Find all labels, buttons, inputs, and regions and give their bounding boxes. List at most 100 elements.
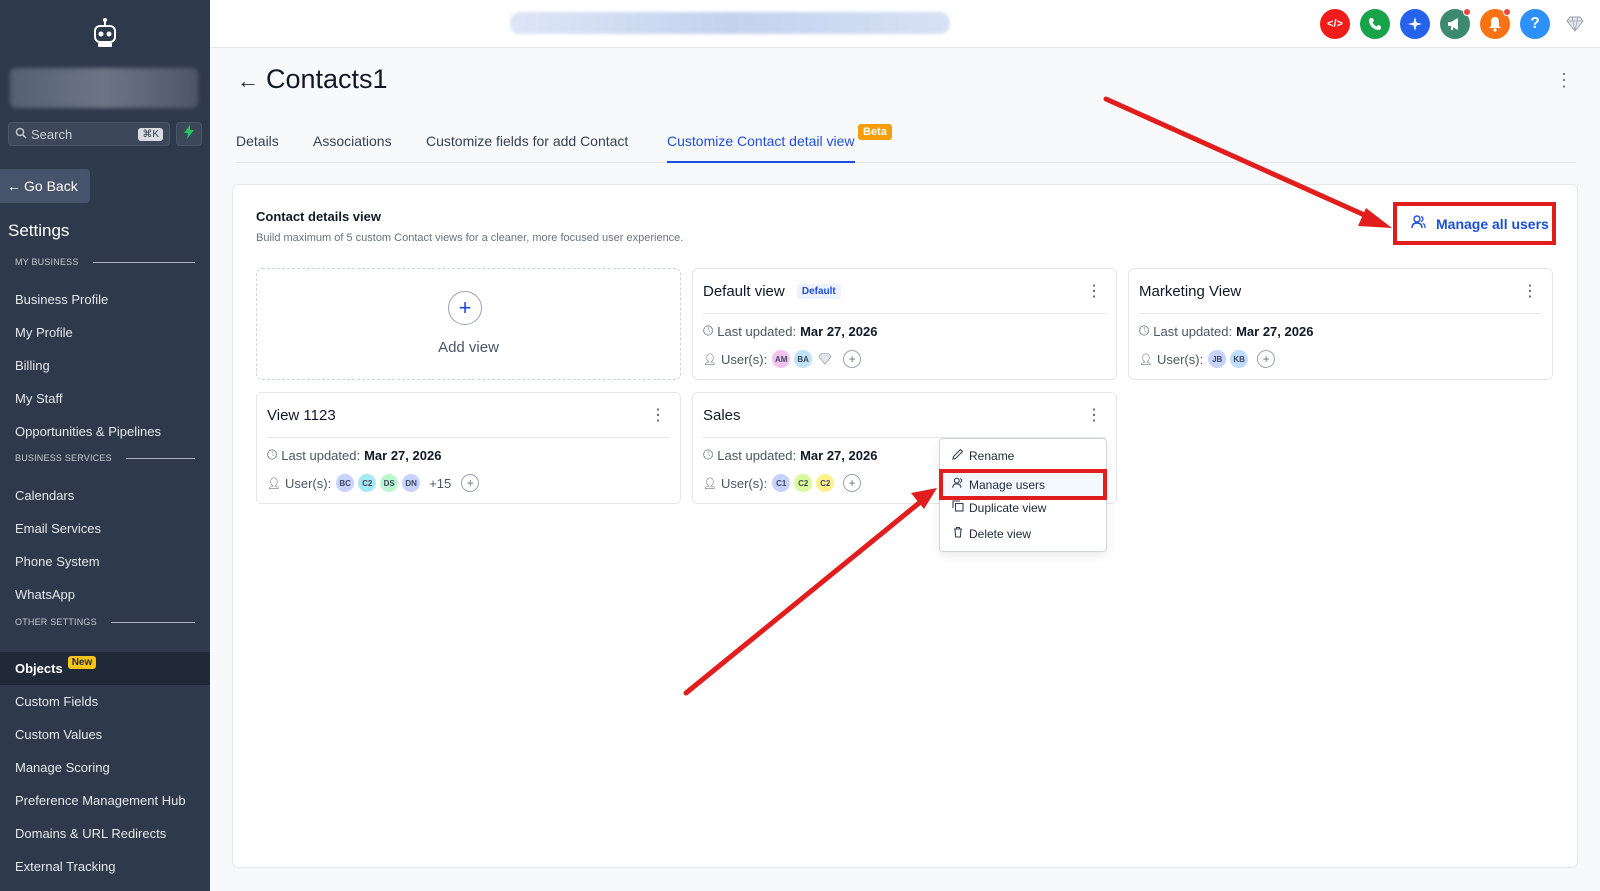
sidebar-item-calendars[interactable]: Calendars — [0, 479, 210, 512]
add-user-button[interactable]: + — [843, 350, 862, 368]
search-placeholder: Search — [31, 126, 73, 142]
view-card-default: Default view Default ⋮ 🕓︎ Last updated: … — [692, 268, 1117, 380]
help-icon[interactable]: ? — [1520, 9, 1550, 39]
users-row: 👤︎ User(s): C1 C2 C2 + — [703, 473, 862, 493]
sidebar-item-custom-fields[interactable]: Custom Fields — [0, 685, 210, 718]
plus-icon: + — [448, 291, 482, 325]
account-switcher[interactable] — [10, 68, 198, 108]
sidebar-item-email-services[interactable]: Email Services — [0, 512, 210, 545]
menu-item-rename[interactable]: Rename — [952, 448, 1014, 463]
add-user-button[interactable]: + — [461, 474, 480, 492]
notification-dot — [1503, 8, 1511, 16]
panel-subtitle: Build maximum of 5 custom Contact views … — [256, 232, 684, 244]
section-business-services: BUSINESS SERVICES — [15, 453, 195, 463]
sidebar-item-domains[interactable]: Domains & URL Redirects — [0, 817, 210, 850]
diamond-avatar-icon — [815, 349, 836, 369]
divider — [703, 313, 1106, 314]
sidebar-item-external-tracking[interactable]: External Tracking — [0, 850, 210, 883]
add-user-button[interactable]: + — [1257, 350, 1276, 368]
arrow-left-icon: ← — [7, 178, 21, 194]
quick-action-button[interactable] — [176, 122, 202, 146]
sidebar-item-preference-hub[interactable]: Preference Management Hub — [0, 784, 210, 817]
tab-customize-fields[interactable]: Customize fields for add Contact — [426, 133, 628, 163]
sidebar-item-my-staff[interactable]: My Staff — [0, 382, 210, 415]
add-user-button[interactable]: + — [843, 474, 862, 492]
megaphone-icon[interactable] — [1440, 8, 1471, 39]
sidebar-item-whatsapp[interactable]: WhatsApp — [0, 578, 210, 611]
users-icon — [952, 477, 964, 492]
sidebar-item-custom-values[interactable]: Custom Values — [0, 718, 210, 751]
sidebar-item-business-profile[interactable]: Business Profile — [0, 283, 210, 316]
tab-details[interactable]: Details — [236, 133, 279, 163]
sidebar-item-billing[interactable]: Billing — [0, 349, 210, 382]
settings-title: Settings — [8, 221, 70, 240]
section-other-settings: OTHER SETTINGS — [15, 617, 195, 627]
last-updated-date: Mar 27, 2026 — [800, 447, 878, 463]
last-updated-row: 🕓︎ Last updated: Mar 27, 2026 — [1139, 323, 1313, 339]
blurred-banner — [510, 12, 950, 34]
back-arrow-icon[interactable]: ← — [237, 68, 259, 94]
section-label-text: BUSINESS SERVICES — [15, 453, 112, 463]
clock-icon: 🕓︎ — [703, 447, 714, 462]
sidebar-item-my-profile[interactable]: My Profile — [0, 316, 210, 349]
sparkle-icon[interactable] — [1400, 9, 1430, 39]
avatar: C2 — [357, 473, 378, 493]
menu-item-label: Manage users — [969, 477, 1046, 492]
last-updated-date: Mar 27, 2026 — [1236, 323, 1314, 339]
clock-icon: 🕓︎ — [703, 323, 714, 338]
bell-icon[interactable] — [1480, 8, 1511, 39]
tab-customize-view[interactable]: Customize Contact detail view — [667, 133, 855, 163]
users-label: User(s): — [284, 475, 332, 491]
card-more-icon[interactable]: ⋮ — [650, 405, 666, 425]
menu-item-duplicate-view[interactable]: Duplicate view — [952, 500, 1046, 515]
more-options-icon[interactable]: ⋮ — [1555, 70, 1573, 91]
last-updated-label: Last updated: — [281, 447, 361, 463]
avatar: DN — [401, 473, 422, 493]
avatar: AM — [771, 349, 792, 369]
menu-item-delete-view[interactable]: Delete view — [952, 526, 1031, 541]
last-updated-date: Mar 27, 2026 — [800, 323, 878, 339]
search-shortcut: ⌘K — [138, 127, 163, 141]
card-more-icon[interactable]: ⋮ — [1522, 281, 1538, 301]
card-more-icon[interactable]: ⋮ — [1086, 405, 1102, 425]
sidebar-item-objects[interactable]: Objects New — [0, 652, 210, 685]
add-view-card[interactable]: + Add view — [256, 268, 681, 380]
user-icon: 👤︎ — [703, 353, 717, 366]
section-label-text: OTHER SETTINGS — [15, 617, 97, 627]
robot-logo-icon — [88, 16, 122, 50]
more-users-count: +15 — [429, 475, 452, 491]
sidebar-search-input[interactable]: Search ⌘K — [8, 122, 170, 146]
section-label-text: MY BUSINESS — [15, 257, 79, 267]
last-updated-row: 🕓︎ Last updated: Mar 27, 2026 — [703, 447, 877, 463]
new-badge: New — [67, 656, 97, 669]
divider — [125, 457, 195, 459]
menu-item-label: Delete view — [969, 526, 1032, 541]
card-title: Default view Default — [703, 283, 841, 300]
code-icon[interactable]: </> — [1320, 9, 1350, 39]
notification-dot — [1463, 8, 1471, 16]
menu-item-content: Manage users — [952, 477, 1045, 492]
user-icon: 👤︎ — [703, 477, 717, 490]
tab-associations[interactable]: Associations — [313, 133, 392, 163]
users-icon — [1411, 215, 1426, 232]
beta-badge: Beta — [858, 124, 892, 140]
avatar: C2 — [793, 473, 814, 493]
sidebar-item-opportunities[interactable]: Opportunities & Pipelines — [0, 415, 210, 448]
card-more-icon[interactable]: ⋮ — [1086, 281, 1102, 301]
go-back-label: Go Back — [24, 178, 78, 194]
menu-item-manage-users[interactable]: Manage users — [939, 469, 1107, 500]
users-label: User(s): — [720, 475, 768, 491]
manage-all-users-button[interactable]: Manage all users — [1393, 202, 1556, 245]
sidebar-item-manage-scoring[interactable]: Manage Scoring — [0, 751, 210, 784]
trash-icon — [952, 526, 964, 541]
diamond-icon[interactable] — [1560, 9, 1590, 39]
add-view-label: Add view — [438, 339, 499, 356]
last-updated-label: Last updated: — [1153, 323, 1233, 339]
copy-icon — [952, 500, 964, 515]
last-updated-label: Last updated: — [717, 323, 797, 339]
go-back-button[interactable]: ← Go Back — [0, 169, 90, 203]
sidebar-item-phone-system[interactable]: Phone System — [0, 545, 210, 578]
phone-icon[interactable] — [1360, 9, 1390, 39]
avatar: C2 — [815, 473, 836, 493]
topbar: </> ? — [210, 0, 1600, 48]
